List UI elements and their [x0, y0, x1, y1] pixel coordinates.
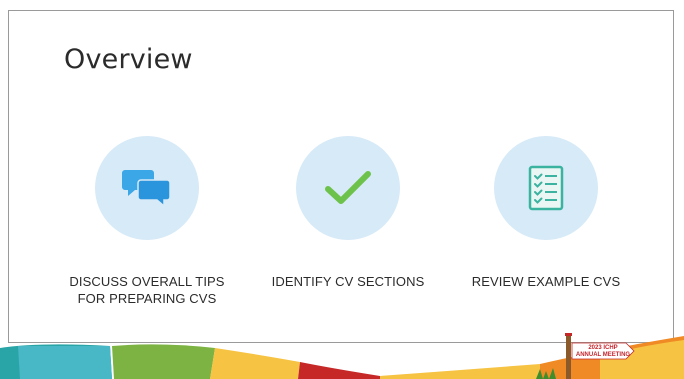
label-line: IDENTIFY CV SECTIONS — [271, 274, 425, 289]
label-line: FOR PREPARING CVS — [77, 291, 217, 306]
overview-item-sections: IDENTIFY CV SECTIONS — [248, 136, 448, 290]
overview-item-tips: DISCUSS OVERALL TIPS FOR PREPARING CVS — [47, 136, 247, 307]
icon-circle — [95, 136, 199, 240]
checklist-icon — [528, 165, 564, 211]
overview-item-label: DISCUSS OVERALL TIPS FOR PREPARING CVS — [47, 273, 247, 307]
meeting-badge-text: 2023 ICHP ANNUAL MEETING — [575, 345, 631, 359]
badge-line: 2023 ICHP — [588, 345, 618, 351]
icon-circle — [296, 136, 400, 240]
page-title: Overview — [64, 44, 193, 75]
overview-item-label: IDENTIFY CV SECTIONS — [248, 273, 448, 290]
overview-item-label: REVIEW EXAMPLE CVS — [446, 273, 646, 290]
label-line: REVIEW EXAMPLE CVS — [471, 274, 621, 289]
checkmark-icon — [325, 171, 371, 204]
icon-circle — [494, 136, 598, 240]
slide: Overview DISCUSS OVERALL TIPS FOR PREPAR… — [0, 0, 684, 379]
chat-bubbles-icon — [122, 170, 171, 208]
overview-item-examples: REVIEW EXAMPLE CVS — [446, 136, 646, 290]
label-line: DISCUSS OVERALL TIPS — [69, 274, 225, 289]
badge-line: ANNUAL MEETING — [575, 352, 631, 358]
